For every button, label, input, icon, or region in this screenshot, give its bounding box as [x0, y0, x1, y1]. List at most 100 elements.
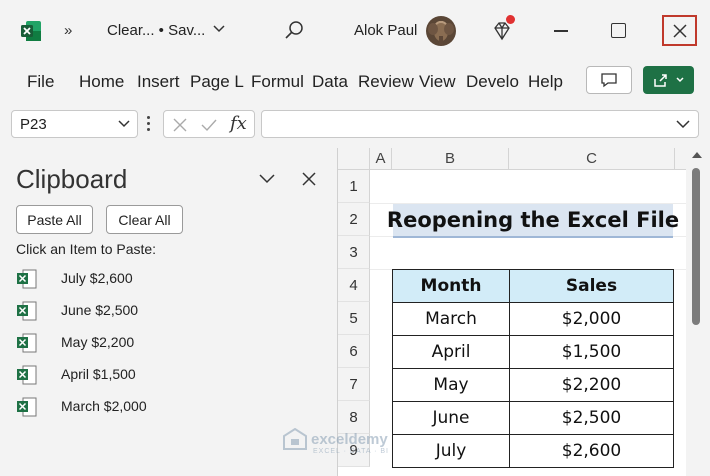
- clipboard-item-label: May $2,200: [61, 334, 135, 350]
- share-icon: [654, 74, 667, 87]
- clipboard-title: Clipboard: [16, 164, 128, 194]
- watermark-tagline: EXCEL · DATA · BI: [313, 448, 389, 455]
- share-button[interactable]: [643, 66, 694, 94]
- check-icon[interactable]: [200, 117, 218, 133]
- scroll-up-icon[interactable]: [692, 152, 702, 158]
- sales-table: Month Sales March $2,000 April $1,500 Ma…: [392, 269, 674, 468]
- exceldemy-logo-icon: [283, 428, 307, 450]
- clear-all-button[interactable]: Clear All: [106, 205, 183, 234]
- row-header[interactable]: 2: [338, 203, 370, 236]
- table-cell[interactable]: July: [392, 434, 510, 468]
- clipboard-item-label: June $2,500: [61, 302, 139, 318]
- more-commands-icon[interactable]: »: [64, 22, 72, 39]
- clipboard-item-label: July $2,600: [61, 270, 133, 286]
- table-cell[interactable]: $1,500: [509, 335, 674, 369]
- table-header-cell[interactable]: Month: [392, 269, 510, 303]
- notification-dot: [506, 15, 515, 24]
- tab-insert[interactable]: Insert: [137, 72, 180, 92]
- clipboard-item-label: April $1,500: [61, 366, 136, 382]
- formula-bar: P23 fx: [0, 104, 710, 146]
- search-icon[interactable]: [284, 20, 304, 40]
- tab-formulas[interactable]: Formul: [251, 72, 305, 92]
- chevron-down-icon[interactable]: [676, 119, 690, 129]
- row-header[interactable]: 7: [338, 368, 370, 401]
- insert-function-button[interactable]: fx: [230, 113, 247, 134]
- excel-item-icon: [17, 269, 37, 289]
- table-row: April $1,500: [392, 335, 674, 369]
- table-cell[interactable]: May: [392, 368, 510, 402]
- user-name[interactable]: Alok Paul: [354, 22, 417, 39]
- chevron-down-icon[interactable]: [212, 22, 226, 36]
- watermark: exceldemy EXCEL · DATA · BI: [283, 428, 388, 455]
- row-header[interactable]: 5: [338, 302, 370, 335]
- column-header[interactable]: A: [370, 148, 392, 170]
- title-bar: » Clear... • Sav... Alok Paul: [0, 0, 710, 62]
- sheet-title[interactable]: Reopening the Excel File: [387, 204, 679, 238]
- maximize-icon[interactable]: [611, 23, 626, 38]
- document-title[interactable]: Clear... • Sav...: [107, 22, 205, 39]
- tab-home[interactable]: Home: [79, 72, 124, 92]
- formula-input[interactable]: [261, 110, 699, 138]
- scrollbar-thumb[interactable]: [692, 168, 700, 325]
- tab-help[interactable]: Help: [528, 72, 563, 92]
- excel-item-icon: [17, 365, 37, 385]
- table-cell[interactable]: June: [392, 401, 510, 435]
- clipboard-hint: Click an Item to Paste:: [16, 241, 157, 257]
- excel-item-icon: [17, 301, 37, 321]
- excel-item-icon: [17, 333, 37, 353]
- excel-logo-icon[interactable]: [20, 20, 42, 42]
- tab-file[interactable]: File: [27, 72, 54, 92]
- chevron-down-icon[interactable]: [118, 119, 130, 129]
- tab-page-layout[interactable]: Page La: [190, 72, 244, 92]
- excel-item-icon: [17, 397, 37, 417]
- close-icon: [672, 23, 687, 38]
- avatar[interactable]: [426, 16, 456, 46]
- tab-view[interactable]: View: [419, 72, 456, 92]
- clipboard-item[interactable]: June $2,500: [16, 298, 316, 324]
- table-header-cell[interactable]: Sales: [509, 269, 674, 303]
- table-row: June $2,500: [392, 401, 674, 435]
- table-row: July $2,600: [392, 434, 674, 468]
- column-header-partial[interactable]: [675, 148, 686, 170]
- clipboard-item[interactable]: July $2,600: [16, 266, 316, 292]
- table-cell[interactable]: $2,200: [509, 368, 674, 402]
- chevron-down-icon: [676, 77, 684, 83]
- name-box-value: P23: [20, 116, 47, 133]
- row-header[interactable]: 3: [338, 236, 370, 269]
- table-cell[interactable]: $2,600: [509, 434, 674, 468]
- column-header[interactable]: C: [509, 148, 675, 170]
- worksheet-grid[interactable]: A B C 1 2 3 4 5 6 7 8 9 Reopening the Ex…: [338, 148, 686, 476]
- more-options-icon[interactable]: [147, 116, 151, 134]
- paste-all-button[interactable]: Paste All: [16, 205, 93, 234]
- table-cell[interactable]: April: [392, 335, 510, 369]
- tab-developer[interactable]: Develo: [466, 72, 520, 92]
- chevron-down-icon[interactable]: [258, 172, 276, 186]
- comments-button[interactable]: [586, 66, 632, 94]
- formula-controls: fx: [163, 110, 255, 138]
- close-button[interactable]: [662, 15, 697, 46]
- column-header[interactable]: B: [392, 148, 509, 170]
- table-row: March $2,000: [392, 302, 674, 336]
- clipboard-item[interactable]: May $2,200: [16, 330, 316, 356]
- tab-review[interactable]: Review: [358, 72, 414, 92]
- name-box[interactable]: P23: [11, 110, 138, 138]
- table-cell[interactable]: $2,000: [509, 302, 674, 336]
- clipboard-item-label: March $2,000: [61, 398, 147, 414]
- table-cell[interactable]: March: [392, 302, 510, 336]
- tab-data[interactable]: Data: [312, 72, 348, 92]
- clipboard-item[interactable]: March $2,000: [16, 394, 316, 420]
- vertical-scrollbar[interactable]: [686, 148, 710, 476]
- minimize-icon[interactable]: [554, 30, 568, 32]
- watermark-name: exceldemy: [311, 430, 388, 448]
- table-cell[interactable]: $2,500: [509, 401, 674, 435]
- row-header[interactable]: 1: [338, 170, 370, 203]
- comment-icon: [601, 73, 617, 88]
- clipboard-pane: Clipboard Paste All Clear All Click an I…: [0, 148, 337, 476]
- clipboard-item[interactable]: April $1,500: [16, 362, 316, 388]
- row-header[interactable]: 4: [338, 269, 370, 302]
- row-header[interactable]: 6: [338, 335, 370, 368]
- cancel-icon[interactable]: [172, 117, 188, 133]
- close-icon[interactable]: [300, 170, 318, 188]
- table-row: May $2,200: [392, 368, 674, 402]
- select-all-corner[interactable]: [338, 148, 370, 170]
